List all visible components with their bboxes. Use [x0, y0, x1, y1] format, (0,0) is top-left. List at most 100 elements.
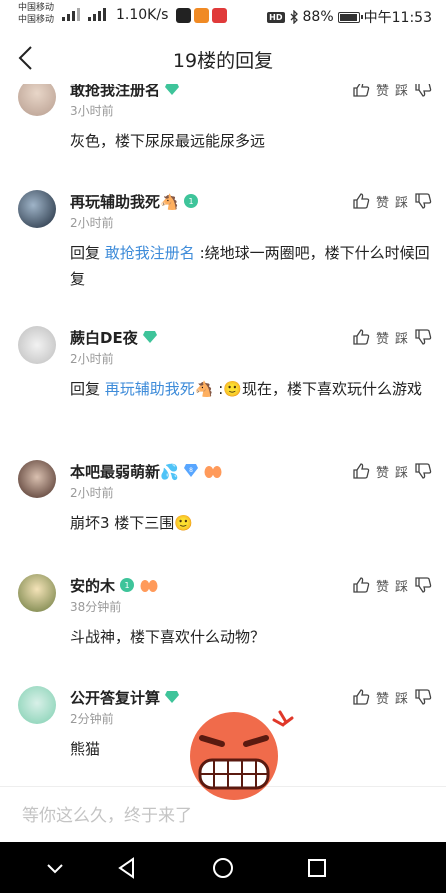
battery-percent: 88% — [302, 9, 334, 25]
reply-content: 灰色，楼下尿尿最远能尿多远 — [70, 128, 430, 154]
thumb-down-icon[interactable] — [414, 688, 432, 706]
reply-prefix: 回复 — [70, 244, 105, 262]
thumb-down-icon[interactable] — [414, 328, 432, 346]
level-badge-icon: 1 — [120, 578, 135, 592]
level-badge-icon: 8 — [183, 464, 198, 477]
reply-time: 2小时前 — [70, 352, 114, 366]
status-right: HD 88% 中午11:53 — [267, 7, 432, 27]
nav-bar: 19楼的回复 — [0, 32, 446, 84]
avatar[interactable] — [18, 84, 56, 116]
mention-link[interactable]: 敢抢我注册名 — [105, 244, 195, 262]
reply-content: 回复 敢抢我注册名 :绕地球一两圈吧，楼下什么时候回复 — [70, 240, 430, 292]
diamond-badge-icon — [142, 331, 157, 343]
thumb-down-icon[interactable] — [414, 576, 432, 594]
system-nav-bar — [0, 842, 446, 893]
page-title: 19楼的回复 — [172, 50, 274, 72]
dislike-label[interactable]: 踩 — [395, 328, 408, 347]
signal-icon — [62, 8, 80, 21]
thumb-up-icon[interactable] — [352, 576, 370, 594]
dislike-label[interactable]: 踩 — [395, 462, 408, 481]
avatar[interactable] — [18, 460, 56, 498]
reply-list[interactable]: 敢抢我注册名 赞踩 3小时前 灰色，楼下尿尿最远能尿多远 再玩辅助我死🐴 1 赞… — [0, 84, 446, 784]
reply-text: 熊猫 — [70, 740, 101, 758]
username-row: 公开答复计算 — [70, 686, 180, 708]
reply-input[interactable] — [22, 803, 322, 829]
reply-actions: 赞踩 — [352, 574, 432, 596]
username-row: 再玩辅助我死🐴 1 — [70, 190, 199, 212]
reply-text: 崩坏3 楼下三围🙂 — [70, 514, 193, 532]
video-app-icon — [194, 8, 209, 23]
reply-content: 斗战神，楼下喜欢什么动物？ — [70, 624, 430, 650]
weibo-icon — [212, 8, 227, 23]
reply-time: 2小时前 — [70, 216, 114, 230]
thumb-down-icon[interactable] — [414, 192, 432, 210]
nav-recent-icon[interactable] — [304, 855, 330, 881]
reply-text: :🙂现在，楼下喜欢玩什么游戏 — [213, 380, 422, 398]
thumb-up-icon[interactable] — [352, 688, 370, 706]
thumb-down-icon[interactable] — [414, 462, 432, 480]
lung-badge-icon — [204, 466, 222, 478]
thumb-up-icon[interactable] — [352, 328, 370, 346]
battery-icon — [337, 11, 363, 23]
avatar[interactable] — [18, 326, 56, 364]
username[interactable]: 本吧最弱萌新💦 — [70, 461, 179, 482]
level-badge-icon: 1 — [183, 194, 198, 208]
reply-content: 崩坏3 楼下三围🙂 — [70, 510, 430, 536]
like-label[interactable]: 赞 — [376, 192, 389, 211]
reply-actions: 赞踩 — [352, 686, 432, 708]
dislike-label[interactable]: 踩 — [395, 192, 408, 211]
reply-actions: 赞踩 — [352, 326, 432, 348]
like-label[interactable]: 赞 — [376, 576, 389, 595]
carrier-1: 中国移动 — [18, 3, 55, 13]
username-row: 蕨白DE夜 — [70, 326, 158, 348]
username[interactable]: 蕨白DE夜 — [70, 327, 138, 348]
angry-emoji-icon[interactable] — [188, 704, 300, 802]
username-row: 敢抢我注册名 — [70, 84, 180, 100]
dislike-label[interactable]: 踩 — [395, 576, 408, 595]
username-row: 本吧最弱萌新💦 8 — [70, 460, 223, 482]
reply-time: 38分钟前 — [70, 600, 122, 614]
status-bar: 中国移动 中国移动 1.10K/s HD 88% 中午11:53 — [0, 0, 446, 32]
reply-content: 回复 再玩辅助我死🐴 :🙂现在，楼下喜欢玩什么游戏 — [70, 376, 430, 402]
thumb-up-icon[interactable] — [352, 462, 370, 480]
carrier-2: 中国移动 — [18, 15, 55, 25]
like-label[interactable]: 赞 — [376, 328, 389, 347]
mention-link[interactable]: 再玩辅助我死🐴 — [105, 380, 214, 398]
username[interactable]: 再玩辅助我死🐴 — [70, 191, 179, 212]
diamond-badge-icon — [165, 84, 180, 95]
diamond-badge-icon — [165, 691, 180, 703]
avatar[interactable] — [18, 686, 56, 724]
reply-actions: 赞踩 — [352, 190, 432, 212]
like-label[interactable]: 赞 — [376, 688, 389, 707]
nav-back-icon[interactable] — [114, 855, 140, 881]
svg-text:8: 8 — [189, 467, 193, 474]
username[interactable]: 敢抢我注册名 — [70, 84, 160, 100]
thumb-down-icon[interactable] — [414, 84, 432, 98]
clock: 中午11:53 — [363, 10, 432, 26]
net-speed: 1.10K/s — [116, 7, 169, 23]
username[interactable]: 安的木 — [70, 575, 115, 596]
nav-collapse-icon[interactable] — [42, 855, 68, 881]
reply-text: 灰色，楼下尿尿最远能尿多远 — [70, 132, 266, 150]
svg-text:1: 1 — [124, 581, 129, 590]
nav-home-icon[interactable] — [210, 855, 236, 881]
avatar[interactable] — [18, 190, 56, 228]
reply-time: 2分钟前 — [70, 712, 114, 726]
hd-badge: HD — [267, 11, 285, 23]
username-row: 安的木 1 — [70, 574, 159, 596]
qq-icon — [176, 8, 191, 23]
signal-icon-2 — [88, 8, 106, 21]
reply-time: 2小时前 — [70, 486, 114, 500]
reply-actions: 赞踩 — [352, 84, 432, 100]
reply-text: 斗战神，楼下喜欢什么动物？ — [70, 628, 266, 646]
thumb-up-icon[interactable] — [352, 192, 370, 210]
avatar[interactable] — [18, 574, 56, 612]
dislike-label[interactable]: 踩 — [395, 84, 408, 99]
reply-prefix: 回复 — [70, 380, 105, 398]
reply-time: 3小时前 — [70, 104, 114, 118]
like-label[interactable]: 赞 — [376, 462, 389, 481]
username[interactable]: 公开答复计算 — [70, 687, 160, 708]
like-label[interactable]: 赞 — [376, 84, 389, 99]
dislike-label[interactable]: 踩 — [395, 688, 408, 707]
thumb-up-icon[interactable] — [352, 84, 370, 98]
